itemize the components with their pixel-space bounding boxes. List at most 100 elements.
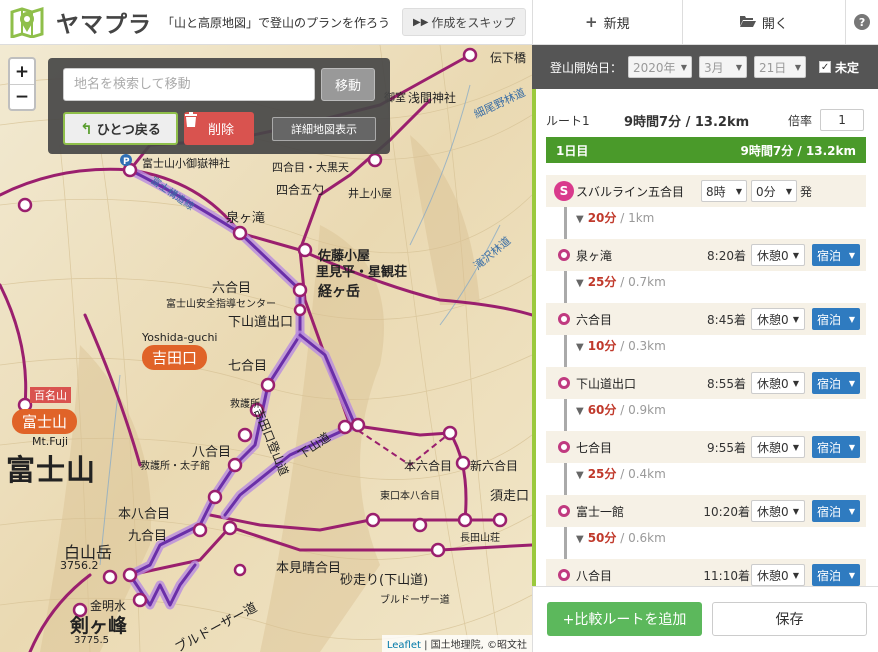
undo-button[interactable]: ↰ ひとつ戻る <box>63 112 178 145</box>
route-panel: ルート1 9時間7分 / 13.2km 倍率 1 1日目 9時間7分 / 13.… <box>532 89 878 586</box>
rest-select[interactable]: 休憩0 ▼ <box>751 372 805 394</box>
chevron-down-icon: ▼ <box>848 378 855 388</box>
start-point-row: S スバルライン五合目 8時 ▼ 0分 ▼ 発 <box>546 175 866 207</box>
chevron-down-icon: ▼ <box>848 250 855 260</box>
map-label-honhachigoume: 本八合目 <box>118 507 171 522</box>
stay-button[interactable]: 宿泊 ▼ <box>812 372 860 394</box>
map-label-izumi-ga-taki: 泉ヶ滝 <box>226 211 266 226</box>
stay-button[interactable]: 宿泊 ▼ <box>812 564 860 586</box>
map-tool-panel: 移動 ↰ ひとつ戻る 削除 詳細地図表示 <box>48 58 390 154</box>
svg-text:P: P <box>123 157 130 167</box>
zoom-control: + − <box>8 57 36 111</box>
waypoint-marker-icon <box>558 313 570 325</box>
chevron-down-icon: ▼ <box>792 378 799 388</box>
tab-new[interactable]: + 新規 <box>533 0 683 44</box>
undecided-checkbox[interactable]: ✓ 未定 <box>819 59 859 76</box>
map-label-fujisan-kanjo: 東口本八合目 <box>380 491 440 502</box>
map-label-kyugoume: 九合目 <box>128 529 168 544</box>
map-label-anzen-center: 富士山安全指導センター <box>166 299 276 310</box>
waypoint-name[interactable]: 下山道出口 <box>576 375 636 392</box>
delete-button[interactable]: 削除 <box>184 112 254 145</box>
sidebar-footer: +比較ルートを追加 保存 <box>532 586 878 652</box>
day-label: 1日目 <box>556 143 589 158</box>
leaflet-link[interactable]: Leaflet <box>387 640 421 651</box>
map-label-nanagoume: 七合目 <box>228 359 268 374</box>
map-label-fuji: 富士山 <box>6 453 97 487</box>
map-label-gezando-deguchi: 下山道出口 <box>228 315 294 330</box>
map-view[interactable]: P 富士山 百名山 富士山 Mt.Fuji Yoshida-guchi 吉田口 … <box>0 45 532 652</box>
fast-forward-icon: ▶▶ <box>413 16 429 28</box>
route-summary: 9時間7分 / 13.2km <box>624 114 750 130</box>
map-label-hyakumeizan: 百名山 <box>30 387 71 403</box>
checkmark-icon: ✓ <box>819 61 832 73</box>
map-label-mt-fuji: Mt.Fuji <box>32 435 69 448</box>
help-button[interactable]: ? <box>846 0 878 44</box>
waypoint-name[interactable]: 富士一館 <box>576 503 624 520</box>
rest-select[interactable]: 休憩0 ▼ <box>751 244 805 266</box>
rest-select[interactable]: 休憩0 ▼ <box>751 500 805 522</box>
waypoint-name[interactable]: 八合目 <box>576 567 612 584</box>
undo-arrow-icon: ↰ <box>80 119 93 138</box>
move-button[interactable]: 移動 <box>321 68 375 101</box>
chevron-down-icon: ▼ <box>680 62 688 72</box>
map-label-rokugoume: 六合目 <box>212 281 252 296</box>
start-place-name[interactable]: スバルライン五合目 <box>576 183 684 200</box>
day-bar[interactable]: 1日目 9時間7分 / 13.2km <box>546 137 866 163</box>
folder-open-icon <box>739 13 756 31</box>
add-compare-route-button[interactable]: +比較ルートを追加 <box>547 602 702 636</box>
waypoint-row: 八合目 11:10着 休憩0 ▼ 宿泊 ▼ <box>546 559 866 586</box>
save-button[interactable]: 保存 <box>712 602 867 636</box>
arrival-time: 8:45着 <box>707 312 746 327</box>
map-label-yonchougo: 四合五勺 <box>276 183 325 197</box>
month-select[interactable]: 3月 ▼ <box>699 56 748 78</box>
start-hour-select[interactable]: 8時 ▼ <box>701 180 747 202</box>
skip-creation-button[interactable]: ▶▶ 作成をスキップ <box>402 8 527 36</box>
stay-button[interactable]: 宿泊 ▼ <box>812 308 860 330</box>
chevron-down-icon: ▼ <box>792 250 799 260</box>
route-header: ルート1 9時間7分 / 13.2km 倍率 1 <box>546 109 868 131</box>
down-triangle-icon: ▼ <box>576 342 584 353</box>
waypoint-name[interactable]: 泉ヶ滝 <box>576 247 612 264</box>
map-label-bulldozer: ブルドーザー道 <box>380 595 450 606</box>
map-label-yoshida-guchi-en: Yoshida-guchi <box>142 331 218 344</box>
segment-info: ▼ 20分 / 1km <box>576 211 655 225</box>
zoom-in-button[interactable]: + <box>10 59 34 84</box>
map-label-sunabashiri: 砂走り(下山道) <box>340 573 429 588</box>
day-select[interactable]: 21日 ▼ <box>754 56 807 78</box>
waypoint-name[interactable]: 七合目 <box>576 439 612 456</box>
map-label-kyuugosho-taishi: 救護所・太子館 <box>140 461 210 472</box>
map-label-satomidaira: 里見平・星観荘 <box>316 265 408 280</box>
start-marker-icon: S <box>554 181 574 201</box>
chevron-down-icon: ▼ <box>848 314 855 324</box>
logo[interactable]: ヤマプラ <box>8 5 152 40</box>
chevron-down-icon: ▼ <box>792 570 799 580</box>
rest-select[interactable]: 休憩0 ▼ <box>751 436 805 458</box>
segment-info: ▼ 25分 / 0.7km <box>576 275 666 289</box>
year-select[interactable]: 2020年 ▼ <box>628 56 693 78</box>
chevron-down-icon: ▼ <box>792 506 799 516</box>
waypoint-marker-icon <box>558 569 570 581</box>
rest-select[interactable]: 休憩0 ▼ <box>751 564 805 586</box>
arrival-time: 11:10着 <box>703 568 750 583</box>
segment-info: ▼ 60分 / 0.9km <box>576 403 666 417</box>
zoom-out-button[interactable]: − <box>10 84 34 109</box>
stay-button[interactable]: 宿泊 ▼ <box>812 436 860 458</box>
arrival-time: 9:55着 <box>707 440 746 455</box>
map-label-kengamine-elev: 3775.5 <box>74 635 109 646</box>
place-search-input[interactable] <box>63 68 315 101</box>
stay-button[interactable]: 宿泊 ▼ <box>812 244 860 266</box>
waypoint-row: 富士一館 10:20着 休憩0 ▼ 宿泊 ▼ <box>546 495 866 527</box>
tab-open[interactable]: 開く <box>683 0 847 44</box>
chevron-down-icon: ▼ <box>785 186 792 196</box>
waypoint-name[interactable]: 六合目 <box>576 311 612 328</box>
rate-input[interactable]: 1 <box>820 109 865 131</box>
map-label-honmi-kimi: 本見晴合目 <box>276 561 342 576</box>
chevron-down-icon: ▼ <box>848 506 855 516</box>
start-minute-select[interactable]: 0分 ▼ <box>751 180 797 202</box>
stay-button[interactable]: 宿泊 ▼ <box>812 500 860 522</box>
chevron-down-icon: ▼ <box>735 62 743 72</box>
rest-select[interactable]: 休憩0 ▼ <box>751 308 805 330</box>
detail-map-button[interactable]: 詳細地図表示 <box>272 117 376 141</box>
chevron-down-icon: ▼ <box>794 62 802 72</box>
waypoint-row: 七合目 9:55着 休憩0 ▼ 宿泊 ▼ <box>546 431 866 463</box>
